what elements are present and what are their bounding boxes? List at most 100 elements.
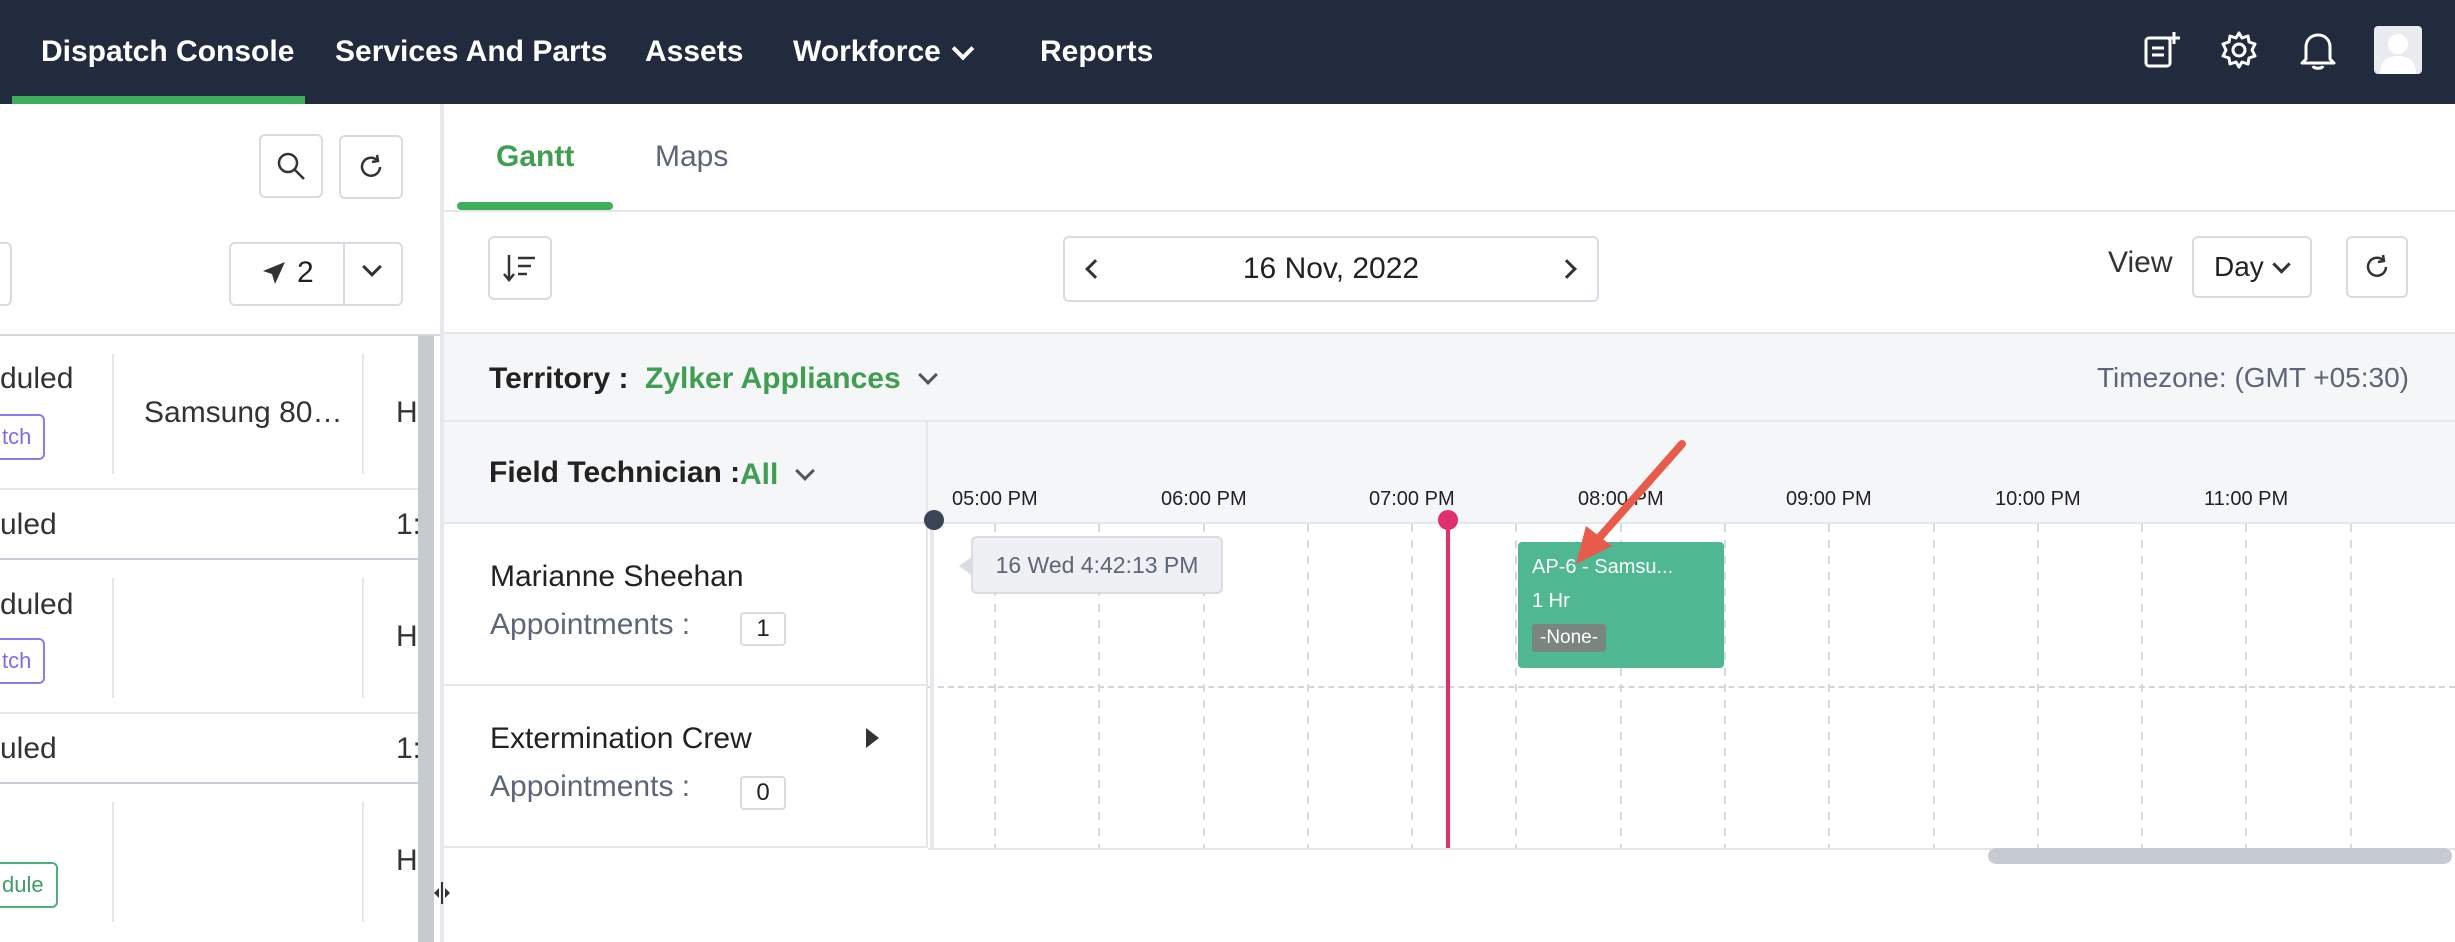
sort-icon bbox=[503, 255, 535, 282]
search-button[interactable] bbox=[259, 134, 323, 198]
tab-active-indicator bbox=[457, 202, 613, 210]
chevron-down-icon[interactable] bbox=[362, 257, 382, 277]
territory-value: Zylker Appliances bbox=[645, 362, 901, 395]
reschedule-badge[interactable]: dule bbox=[0, 862, 58, 908]
tab-label: Maps bbox=[655, 140, 729, 173]
cutoff-button[interactable] bbox=[0, 242, 12, 306]
resize-handle-icon[interactable] bbox=[432, 880, 452, 906]
row-separator bbox=[928, 686, 2455, 688]
current-time-tooltip: 16 Wed 4:42:13 PM bbox=[959, 536, 1223, 594]
horizontal-scrollbar[interactable] bbox=[1988, 848, 2452, 866]
refresh-icon bbox=[2366, 254, 2388, 277]
time-slot-label: 05:00 PM bbox=[952, 488, 1038, 510]
annotation-arrow-icon bbox=[1576, 440, 1686, 564]
avatar[interactable] bbox=[2374, 26, 2422, 74]
territory-label: Territory : bbox=[489, 362, 629, 395]
tab-label: Gantt bbox=[496, 140, 575, 173]
column-divider bbox=[362, 802, 364, 922]
current-time-line bbox=[1446, 520, 1450, 848]
time-slot-label: 06:00 PM bbox=[1161, 488, 1247, 510]
appointments-label: Appointments : bbox=[490, 770, 691, 803]
sort-button[interactable] bbox=[488, 236, 552, 300]
gear-icon[interactable] bbox=[2215, 26, 2263, 74]
appointment-tag: -None- bbox=[1532, 624, 1607, 652]
badge-label: dule bbox=[2, 872, 44, 897]
row-extra: H bbox=[396, 620, 418, 653]
nav-dispatch-console[interactable]: Dispatch Console bbox=[41, 0, 294, 104]
next-date-button[interactable] bbox=[1537, 238, 1597, 300]
nav-active-indicator bbox=[12, 96, 305, 104]
row-group-divider bbox=[0, 782, 420, 784]
dispatch-badge[interactable]: tch bbox=[0, 414, 46, 460]
nav-label: Services And Parts bbox=[335, 35, 608, 68]
chevron-down-icon bbox=[917, 365, 938, 385]
resource-name: Marianne Sheehan bbox=[490, 560, 744, 593]
row-group-divider bbox=[0, 558, 420, 560]
view-label: View bbox=[2108, 246, 2173, 279]
column-divider bbox=[112, 578, 114, 698]
expand-arrow-icon[interactable] bbox=[866, 728, 879, 748]
row-status: uled bbox=[0, 508, 57, 541]
appointments-label: Appointments : bbox=[490, 608, 691, 641]
horizontal-scroll-thumb[interactable] bbox=[1988, 848, 2452, 864]
nav-services-and-parts[interactable]: Services And Parts bbox=[335, 0, 607, 104]
search-icon bbox=[277, 152, 305, 180]
row-extra: H bbox=[396, 396, 418, 429]
view-select-value: Day bbox=[2214, 251, 2264, 282]
badge-label: tch bbox=[2, 424, 32, 449]
refresh-icon bbox=[360, 154, 382, 177]
row-asset: Samsung 80… bbox=[144, 396, 343, 429]
row-status: duled bbox=[0, 362, 74, 395]
add-note-icon[interactable] bbox=[2138, 26, 2186, 74]
nav-label: Workforce bbox=[793, 35, 941, 68]
chevron-down-icon bbox=[795, 461, 816, 481]
split-divider bbox=[343, 244, 345, 304]
view-tabs: Gantt Maps bbox=[444, 104, 2455, 212]
time-slot-label: 10:00 PM bbox=[1995, 488, 2081, 510]
row-divider bbox=[0, 488, 420, 490]
list-top-divider bbox=[0, 334, 440, 336]
column-divider bbox=[362, 578, 364, 698]
nav-workforce[interactable]: Workforce bbox=[793, 0, 975, 104]
date-navigator: 16 Nov, 2022 bbox=[1063, 236, 1599, 302]
current-time-marker bbox=[1438, 510, 1458, 530]
appointment-count: 0 bbox=[740, 776, 786, 810]
refresh-gantt-button[interactable] bbox=[2346, 236, 2408, 298]
resource-row[interactable]: Marianne Sheehan Appointments : 1 bbox=[444, 524, 928, 686]
dispatch-badge[interactable]: tch bbox=[0, 638, 46, 684]
column-divider bbox=[112, 354, 114, 474]
tab-gantt[interactable]: Gantt bbox=[496, 104, 574, 210]
chevron-down-icon bbox=[951, 37, 975, 61]
bell-icon[interactable] bbox=[2294, 26, 2342, 74]
tab-maps[interactable]: Maps bbox=[655, 104, 728, 210]
chevron-down-icon bbox=[2272, 255, 2291, 274]
row-extra: H bbox=[396, 844, 418, 877]
chevron-right-icon bbox=[1557, 259, 1577, 279]
timeline-start-marker bbox=[924, 510, 944, 530]
badge-label: tch bbox=[2, 648, 32, 673]
appointment-duration: 1 Hr bbox=[1532, 590, 1570, 612]
dispatch-count: 2 bbox=[297, 256, 314, 289]
current-date[interactable]: 16 Nov, 2022 bbox=[1065, 238, 1597, 300]
nav-reports[interactable]: Reports bbox=[1040, 0, 1153, 104]
nav-label: Dispatch Console bbox=[41, 35, 295, 68]
view-select[interactable]: Day bbox=[2192, 236, 2312, 298]
row-status: duled bbox=[0, 588, 74, 621]
row-status: uled bbox=[0, 732, 57, 765]
send-icon bbox=[261, 260, 287, 291]
dispatch-split-button[interactable]: 2 bbox=[229, 242, 403, 306]
row-divider bbox=[0, 712, 420, 714]
timezone-label: Timezone: (GMT +05:30) bbox=[2096, 362, 2409, 393]
nav-label: Reports bbox=[1040, 35, 1154, 68]
territory-select[interactable]: Zylker Appliances bbox=[645, 362, 938, 396]
time-slot-label: 09:00 PM bbox=[1786, 488, 1872, 510]
refresh-button[interactable] bbox=[339, 135, 403, 199]
vertical-scrollbar[interactable] bbox=[418, 336, 434, 942]
field-technician-select[interactable]: All bbox=[740, 458, 816, 492]
nav-assets[interactable]: Assets bbox=[645, 0, 743, 104]
resource-name: Extermination Crew bbox=[490, 722, 752, 755]
left-panel: 2 duled tch Samsung 80… H uled 1: duled … bbox=[0, 104, 440, 942]
column-divider bbox=[362, 354, 364, 474]
resource-row[interactable]: Extermination Crew Appointments : 0 bbox=[444, 686, 928, 848]
nav-label: Assets bbox=[645, 35, 744, 68]
